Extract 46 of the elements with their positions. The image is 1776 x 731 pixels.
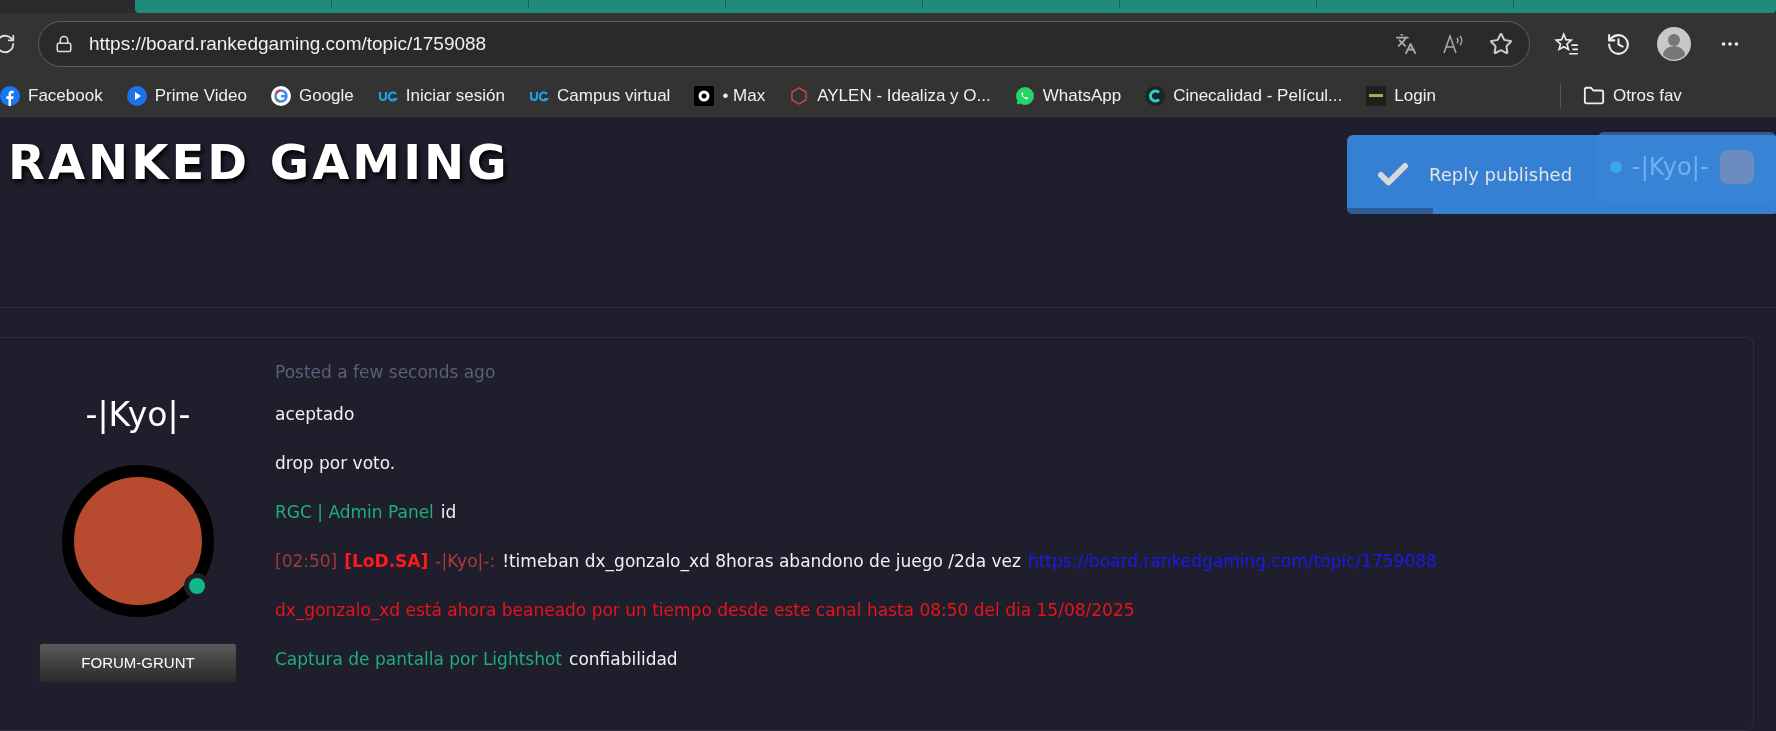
read-aloud-icon[interactable] [1441,32,1465,56]
play-icon [126,86,147,106]
small-avatar-photo-placeholder [1720,150,1755,184]
history-icon[interactable] [1606,31,1631,57]
post-timestamp: Posted a few seconds ago [275,361,497,384]
chat-timestamp: [02:50] [275,549,338,573]
favorites-list-icon[interactable] [1554,31,1580,57]
clan-tag: [LoD.SA] [344,548,429,574]
post-link[interactable]: Captura de pantalla por Lightshot [275,646,563,672]
translate-icon[interactable] [1395,33,1417,55]
post-text: id [440,500,457,524]
favicon-icon [1366,86,1387,106]
bookmark-item[interactable]: Facebook [0,83,103,109]
site-logo[interactable]: RANKED GAMING [8,138,510,186]
favicon-icon [0,86,20,106]
address-url: https://board.rankedgaming.com/topic/1759088 [89,31,488,56]
post-text: aceptado [275,402,355,426]
reload-icon[interactable] [0,33,16,55]
bookmark-item[interactable]: Iniciar sesión [377,83,505,109]
favorite-star-icon[interactable] [1489,32,1513,56]
bookmark-item[interactable]: AYLEN - Idealiza y O... [789,83,991,109]
ban-notice: dx_gonzalo_xd está ahora beaneado por un tiempo desde este canal hasta 08:50 del dia 15/08/2025 [275,598,1135,623]
post-text: !timeban dx_gonzalo_xd 8horas abandono de juego /2da vez [502,549,1021,574]
profile-avatar-icon[interactable] [1657,27,1691,61]
favicon-icon [270,86,291,106]
hexagon-icon [789,86,810,106]
chat-nickname: -|Kyo|-: [435,549,496,573]
bookmark-item[interactable]: Prime Video [126,83,247,109]
other-favorites-folder[interactable]: Otros fav [1582,83,1682,109]
favicon-icon [694,86,715,106]
favicon-icon [1014,86,1035,106]
favicon-icon [1145,86,1166,106]
post-text: drop por voto. [275,451,396,475]
toast-message: Reply published [1429,163,1573,187]
bookmark-item[interactable]: Cinecalidad - Películ... [1145,83,1343,109]
folder-icon [1582,85,1605,107]
lock-icon [55,35,73,53]
post-link[interactable]: RGC | Admin Panel [275,499,434,525]
bookmark-item[interactable]: Login [1366,83,1436,109]
address-bar[interactable]: https://board.rankedgaming.com/topic/1759088 [38,21,1530,67]
post-text: confiabilidad [569,647,678,671]
bookmark-item[interactable]: • Max [694,83,766,109]
bookmark-item[interactable]: Campus virtual [529,83,671,109]
rank-badge: FORUM-GRUNT [39,643,237,683]
bookmark-item[interactable]: Google [270,83,354,109]
bookmark-item[interactable]: WhatsApp [1014,83,1122,109]
